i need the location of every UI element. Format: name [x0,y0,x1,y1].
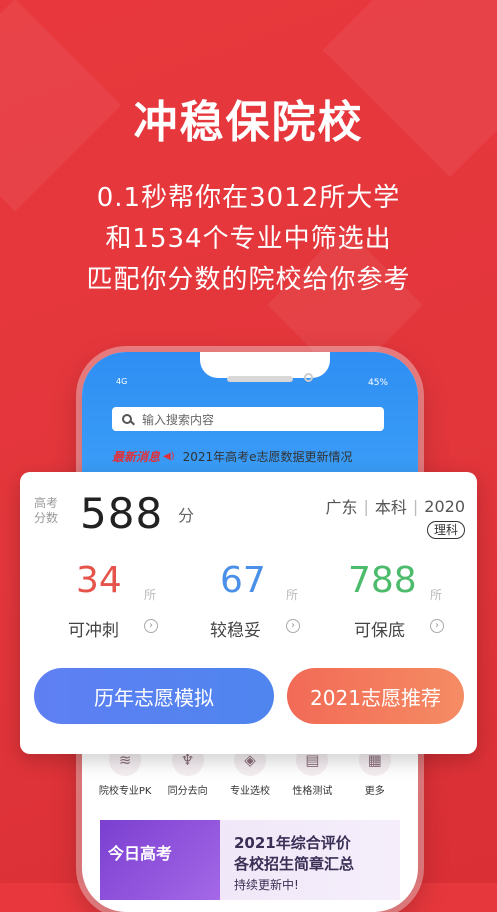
banner-image: 今日高考 [100,820,220,900]
chevron-right-icon: › [430,619,444,633]
year: 2020 [424,496,465,516]
search-input[interactable]: 输入搜索内容 [112,407,384,431]
score-value[interactable]: 588 [80,489,163,538]
history-simulation-button[interactable]: 历年志愿模拟 [34,668,274,724]
stat-safe-suffix: 所 [430,588,443,602]
speaker-icon: ◀) [163,451,175,462]
menu-label: 专业选校 [229,786,270,797]
stat-stable-label: 较稳妥 [210,621,261,641]
score-unit: 分 [178,506,195,525]
banner-line-3: 持续更新中! [234,878,299,892]
level: 本科 [374,498,407,517]
stat-stable-suffix: 所 [286,588,299,602]
news-tag: 最新消息 [112,450,161,464]
menu-label: 更多 [364,786,385,797]
province: 广东 [325,498,358,517]
signal-icon: 4G [116,377,128,386]
news-ticker[interactable]: 最新消息 ◀) 2021年高考e志愿数据更新情况 [112,448,353,465]
stat-safe-label: 可保底 [354,621,405,641]
hero-title: 冲稳保院校 [133,97,364,148]
subject-badge[interactable]: 理科 [426,521,465,539]
stat-stable-value: 67 [220,560,266,601]
search-placeholder: 输入搜索内容 [142,412,215,427]
menu-label: 性格测试 [292,786,333,797]
stat-safe-value: 788 [348,560,417,601]
banner-line-1: 2021年综合评价 [234,834,351,852]
stat-reach-value: 34 [76,560,122,601]
divider: | [363,496,369,516]
camera-icon [304,373,313,382]
banner-line-2: 各校招生简章汇总 [234,855,355,873]
speaker-grille-icon [227,376,293,382]
stat-reach-label: 可冲刺 [68,621,119,641]
promo-banner[interactable]: 今日高考 2021年综合评价 各校招生简章汇总 持续更新中! [100,820,400,900]
recommend-button[interactable]: 2021志愿推荐 [287,668,464,724]
hero-subtitle: 0.1秒帮你在3012所大学 和1534个专业中筛选出 匹配你分数的院校给你参考 [0,178,497,301]
hero-line-3: 匹配你分数的院校给你参考 [86,265,411,295]
news-text: 2021年高考e志愿数据更新情况 [182,450,353,464]
score-card: 高考分数 588 分 广东 | 本科 | 2020 理科 34 所 可冲刺 › … [20,472,477,754]
menu-label: 院校专业PK [98,786,152,797]
search-icon [122,414,132,424]
region-selector[interactable]: 广东 | 本科 | 2020 [325,494,465,518]
divider: | [412,496,419,516]
banner-image-text: 今日高考 [108,844,173,863]
menu-label: 同分去向 [167,786,208,797]
chevron-right-icon: › [286,619,300,633]
hero-line-2: 和1534个专业中筛选出 [105,224,392,254]
hero-line-1: 0.1秒帮你在3012所大学 [96,183,401,213]
stat-reach-suffix: 所 [144,588,157,602]
chevron-right-icon: › [144,619,158,633]
battery-indicator: 45% [367,378,388,388]
score-label: 高考分数 [34,496,59,525]
